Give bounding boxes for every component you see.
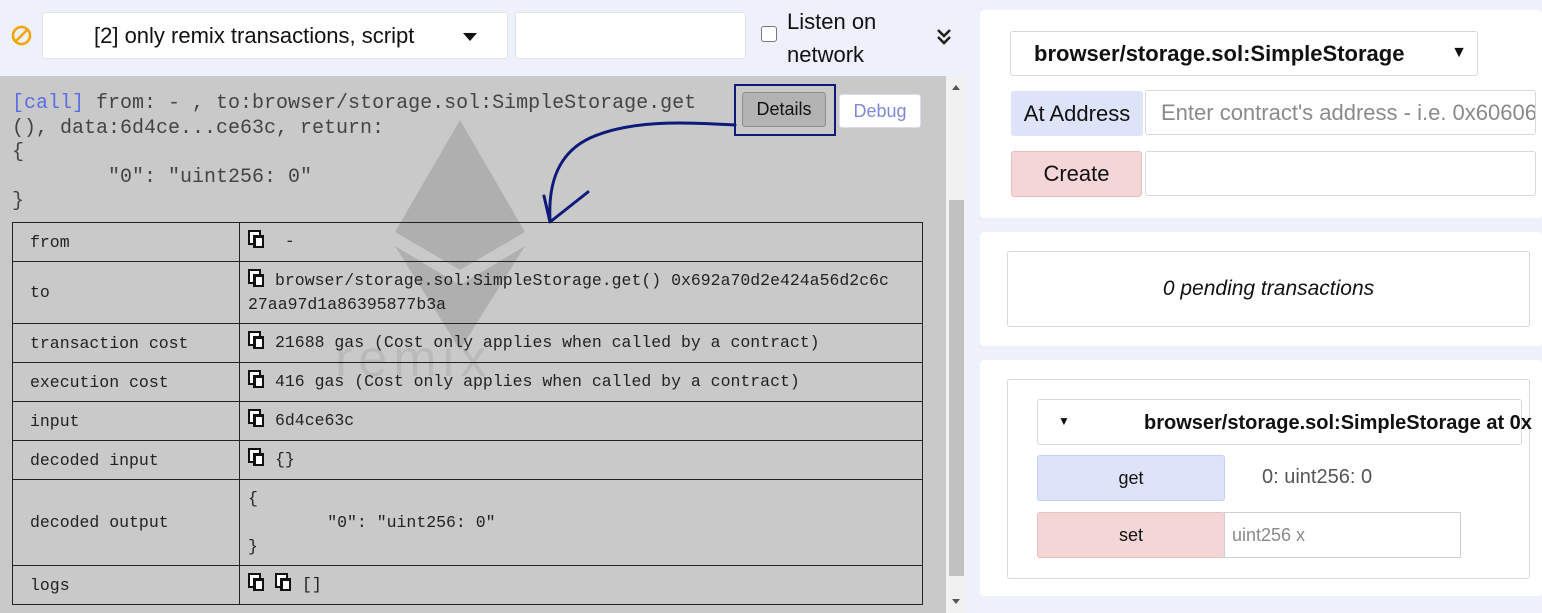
row-key: input (12, 401, 240, 441)
table-row: transaction cost 21688 gas (Cost only ap… (12, 323, 923, 363)
transaction-filter-select[interactable]: [2] only remix transactions, script (42, 12, 508, 59)
contract-select-value: browser/storage.sol:SimpleStorage (1034, 40, 1405, 66)
row-value-text: 27aa97d1a86395877b3a (248, 294, 447, 314)
row-value: browser/storage.sol:SimpleStorage.get() … (239, 261, 923, 324)
row-value-text: {} (275, 450, 295, 469)
copy-icon[interactable] (248, 448, 266, 467)
call-log-line: "0": "uint256: 0" (12, 165, 313, 189)
row-key: to (12, 261, 240, 324)
set-button[interactable]: set (1037, 512, 1225, 558)
clear-console-icon[interactable] (11, 25, 32, 46)
annotation-arrow-icon (542, 121, 737, 224)
contract-select[interactable]: browser/storage.sol:SimpleStorage ▼ (1010, 31, 1478, 76)
row-value-text: browser/storage.sol:SimpleStorage.get() … (275, 270, 889, 290)
row-key: transaction cost (12, 323, 240, 363)
row-value-text: 6d4ce63c (275, 411, 355, 430)
details-button[interactable]: Details (742, 92, 826, 127)
table-row: execution cost 416 gas (Cost only applie… (12, 362, 923, 402)
row-value: { "0": "uint256: 0" } (239, 479, 923, 566)
copy-icon[interactable] (275, 573, 293, 592)
terminal-search-input[interactable] (515, 12, 746, 59)
row-key: decoded input (12, 440, 240, 480)
table-row: to browser/storage.sol:SimpleStorage.get… (12, 261, 923, 324)
row-value: - (239, 222, 923, 262)
copy-icon[interactable] (248, 409, 266, 428)
at-address-button[interactable]: At Address (1011, 91, 1143, 136)
get-result: 0: uint256: 0 (1262, 466, 1373, 488)
row-value-text: 416 gas (Cost only applies when called b… (275, 372, 800, 391)
scroll-up-icon[interactable] (952, 85, 960, 90)
caret-down-icon[interactable]: ▼ (1058, 414, 1070, 428)
row-value-text: [] (302, 575, 322, 594)
dropdown-triangle-icon: ▼ (1451, 44, 1467, 61)
set-value-input[interactable]: uint256 x (1224, 512, 1461, 558)
call-log-line: } (12, 190, 25, 213)
row-key: from (12, 222, 240, 262)
listen-network-checkbox[interactable] (761, 26, 777, 42)
transaction-details-table: from - to browser/storage.sol:SimpleStor… (12, 222, 923, 605)
table-row: decoded output { "0": "uint256: 0" } (12, 479, 923, 566)
row-value: [] (239, 565, 923, 605)
table-row: decoded input {} (12, 440, 923, 480)
call-log-line: { (12, 141, 25, 164)
get-button[interactable]: get (1037, 455, 1225, 501)
scroll-down-icon[interactable] (952, 599, 960, 604)
contract-instance-header[interactable]: ▼ browser/storage.sol:SimpleStorage at 0… (1037, 399, 1532, 445)
table-row: from - (12, 222, 923, 262)
contract-address-input[interactable]: Enter contract's address - i.e. 0x60606.… (1145, 90, 1536, 135)
terminal-log: remix [call] from: - , to:browser/storag… (0, 76, 946, 613)
scrollbar-thumb[interactable] (949, 200, 964, 576)
row-value-text: - (275, 232, 295, 251)
table-row: input 6d4ce63c (12, 401, 923, 441)
listen-network-label: Listen on network (787, 9, 877, 67)
debug-button[interactable]: Debug (839, 94, 921, 128)
row-key: logs (12, 565, 240, 605)
call-tag: [call] (12, 92, 85, 115)
pending-transactions: 0 pending transactions (1007, 251, 1530, 327)
copy-icon[interactable] (248, 331, 266, 350)
row-value: 21688 gas (Cost only applies when called… (239, 323, 923, 363)
row-value-text: 21688 gas (Cost only applies when called… (275, 333, 820, 352)
instance-title: browser/storage.sol:SimpleStorage at 0x (1144, 412, 1532, 434)
filter-select-value: [2] only remix transactions, script (94, 22, 415, 48)
terminal-toolbar: [2] only remix transactions, script List… (0, 0, 967, 76)
copy-icon[interactable] (248, 230, 266, 249)
call-log-line: from: - , to:browser/storage.sol:SimpleS… (84, 92, 697, 115)
terminal-pane: [2] only remix transactions, script List… (0, 0, 967, 613)
row-value: 416 gas (Cost only applies when called b… (239, 362, 923, 402)
terminal-scrollbar[interactable] (946, 76, 967, 613)
row-value: 6d4ce63c (239, 401, 923, 441)
copy-icon[interactable] (248, 268, 266, 288)
copy-icon[interactable] (248, 573, 266, 592)
constructor-args-input[interactable] (1145, 151, 1536, 196)
call-log-line: (), data:6d4ce...ce63c, return: (12, 116, 385, 140)
create-button[interactable]: Create (1011, 151, 1142, 197)
double-chevron-down-icon[interactable] (935, 26, 953, 46)
run-panel: browser/storage.sol:SimpleStorage ▼ At A… (967, 0, 1542, 613)
chevron-down-icon (463, 33, 477, 41)
row-value: {} (239, 440, 923, 480)
copy-icon[interactable] (248, 370, 266, 389)
row-key: execution cost (12, 362, 240, 402)
table-row: logs [] (12, 565, 923, 605)
row-key: decoded output (12, 479, 240, 566)
